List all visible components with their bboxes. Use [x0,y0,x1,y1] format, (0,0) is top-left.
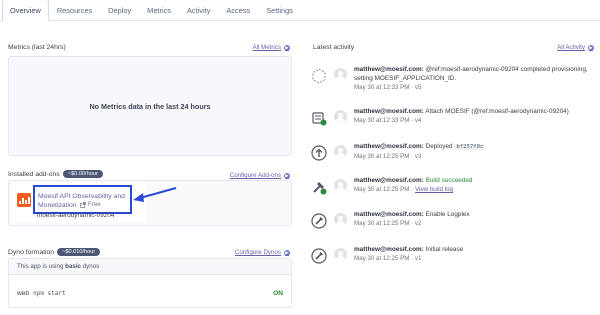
dyno-note-type: basic [65,263,81,270]
addon-plan-label: Free [88,201,101,208]
config-var-icon [312,68,326,84]
external-link-icon [80,201,86,208]
activity-meta: May 30 at 12:25 PM · v1 [354,255,422,262]
activity-text: matthew@moesif.com: Initial release May … [354,245,599,263]
activity-meta: May 30 at 12:25 PM · v3 [354,153,422,160]
tab-activity[interactable]: Activity [179,0,218,20]
addon-app-name: moesif-aerodynamic-09204 [37,212,115,219]
activity-title: Latest activity [313,44,355,51]
addons-title: Installed add-ons ~$0.00/hour [8,170,103,178]
activity-item: matthew@moesif.com: @ref:moesif-aerodyna… [311,62,596,96]
metrics-panel: No Metrics data in the last 24 hours [8,56,292,156]
activity-user: matthew@moesif.com: [354,108,424,115]
dyno-note-suffix: dynos [82,263,100,270]
activity-meta: May 30 at 12:33 PM · v5 [354,84,422,91]
activity-message: Deployed [425,143,453,150]
tab-access[interactable]: Access [218,0,258,20]
tab-resources[interactable]: Resources [49,0,100,20]
deploy-icon [311,145,327,161]
all-activity-label: All Activity [557,44,585,51]
activity-item: matthew@moesif.com: Enable Logplex May 3… [311,207,596,241]
activity-item: matthew@moesif.com: Deployed bf257f0c Ma… [311,139,596,173]
dyno-note-prefix: This app is using [17,263,64,270]
dyno-type-note: This app is using basic dynos [9,259,291,275]
all-metrics-link[interactable]: All Metrics ▶ [252,44,290,51]
dyno-panel: This app is using basic dynos web npm sta… [8,258,292,308]
arrow-right-icon: ▶ [284,44,290,51]
activity-user: matthew@moesif.com: [354,246,424,253]
app-tab-bar: Overview Resources Deploy Metrics Activi… [0,0,600,21]
avatar [334,213,347,226]
configure-addons-link[interactable]: Configure Add-ons ▶ [230,172,290,179]
activity-text: matthew@moesif.com: Enable Logplex May 3… [354,210,599,228]
tab-settings[interactable]: Settings [258,0,301,20]
avatar [334,179,347,192]
avatar [334,145,347,158]
activity-message: Enable Logplex [425,211,470,218]
addon-attach-icon [312,112,327,126]
tab-deploy[interactable]: Deploy [100,0,139,20]
activity-user: matthew@moesif.com: [354,143,424,150]
build-icon [313,182,327,195]
arrow-right-icon: ▶ [588,44,594,51]
activity-text: matthew@moesif.com: Build succeeded May … [354,176,599,194]
activity-text: matthew@moesif.com: @ref:moesif-aerodyna… [354,65,599,92]
arrow-right-icon: ▶ [284,172,290,179]
tab-overview[interactable]: Overview [2,0,49,21]
tab-metrics[interactable]: Metrics [139,0,179,20]
addons-cost-badge: ~$0.00/hour [62,170,103,178]
activity-text: matthew@moesif.com: Deployed bf257f0c Ma… [354,142,599,161]
dyno-title: Dyno formation ~$0.010/hour [8,248,101,256]
dyno-process-type: web [17,290,30,297]
annotation-arrow-icon [133,187,177,202]
all-metrics-label: All Metrics [252,44,281,51]
addons-title-label: Installed add-ons [8,170,60,178]
addon-plan: Free [80,201,101,208]
metrics-empty-message: No Metrics data in the last 24 hours [89,101,211,111]
metrics-title: Metrics (last 24hrs) [8,44,66,51]
avatar [334,68,347,81]
activity-item: matthew@moesif.com: Build succeeded May … [311,173,596,207]
activity-user: matthew@moesif.com: [354,66,424,73]
activity-item: matthew@moesif.com: Initial release May … [311,242,596,276]
activity-item: matthew@moesif.com: Attach MOESIF (@ref:… [311,104,596,138]
build-status: Build succeeded [425,177,473,184]
configure-dynos-link[interactable]: Configure Dynos ▶ [235,249,290,256]
activity-meta: May 30 at 12:25 PM · v2 [354,220,422,227]
activity-user: matthew@moesif.com: [354,211,424,218]
view-build-log-link[interactable]: View build log [415,186,453,193]
logplex-icon [311,213,327,229]
dyno-cost-badge: ~$0.010/hour [57,248,101,256]
activity-meta: May 30 at 12:33 PM · v4 [354,117,422,124]
configure-addons-label: Configure Add-ons [229,172,281,179]
activity-user: matthew@moesif.com: [354,177,424,184]
activity-message: Attach MOESIF (@ref:moesif-aerodynamic-0… [425,108,569,115]
dyno-toggle[interactable]: ON [273,290,283,297]
moesif-logo-icon [17,193,31,207]
release-icon [311,248,327,264]
activity-message: Initial release [425,246,464,253]
activity-text: matthew@moesif.com: Attach MOESIF (@ref:… [354,107,599,125]
commit-hash: bf257f0c [454,144,486,150]
all-activity-link[interactable]: All Activity ▶ [557,44,594,51]
dyno-title-label: Dyno formation [8,248,55,256]
dyno-command: npm start [33,290,66,297]
dyno-process: web npm start [17,290,66,297]
configure-dynos-label: Configure Dynos [234,249,281,256]
activity-meta: May 30 at 12:25 PM · [354,186,414,193]
arrow-right-icon: ▶ [284,249,290,256]
avatar [334,110,347,123]
avatar [334,248,347,261]
